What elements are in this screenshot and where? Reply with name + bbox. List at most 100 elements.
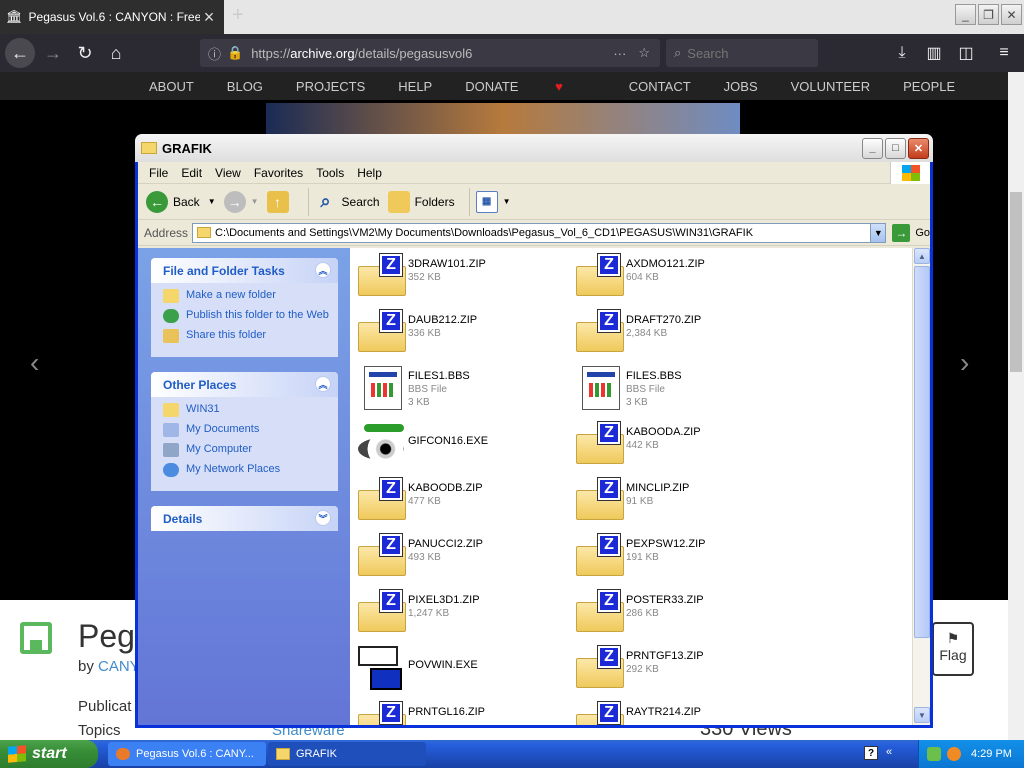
sidebar-icon[interactable]: ◫: [952, 38, 980, 68]
tray-expand-icon[interactable]: «: [886, 746, 892, 758]
nav-blog[interactable]: BLOG: [227, 79, 263, 94]
menu-tools[interactable]: Tools: [316, 166, 344, 180]
scroll-up-icon[interactable]: ▲: [914, 248, 930, 264]
browser-minimize-button[interactable]: _: [955, 4, 976, 25]
nav-donate[interactable]: DONATE ♥: [465, 79, 596, 94]
search-button[interactable]: ⌕ Search: [315, 191, 379, 213]
menu-edit[interactable]: Edit: [181, 166, 202, 180]
bookmark-star-icon[interactable]: ☆: [638, 45, 650, 61]
browser-restore-button[interactable]: ❐: [978, 4, 999, 25]
carousel-next-icon[interactable]: ›: [960, 347, 969, 379]
task-make-new-folder[interactable]: Make a new folder: [163, 289, 338, 303]
carousel-prev-icon[interactable]: ‹: [30, 347, 39, 379]
collapse-icon[interactable]: ︽: [315, 376, 331, 392]
file-item[interactable]: Z KABOODA.ZIP 442 KB: [572, 420, 782, 468]
tab-close-icon[interactable]: ×: [200, 7, 218, 28]
nav-people[interactable]: PEOPLE: [903, 79, 955, 94]
file-item[interactable]: Z PRNTGF13.ZIP 292 KB: [572, 644, 782, 692]
file-item[interactable]: Z MINCLIP.ZIP 91 KB: [572, 476, 782, 524]
nav-about[interactable]: ABOUT: [149, 79, 194, 94]
file-item[interactable]: Z KABOODB.ZIP 477 KB: [354, 476, 564, 524]
up-folder-button[interactable]: ↑: [266, 190, 294, 213]
menu-help[interactable]: Help: [357, 166, 382, 180]
page-scrollbar-thumb[interactable]: [1010, 192, 1022, 372]
back-button[interactable]: ← Back ▼: [146, 190, 216, 213]
folders-button[interactable]: Folders: [387, 190, 455, 213]
place-win31[interactable]: WIN31: [163, 403, 338, 417]
help-icon[interactable]: ?: [864, 746, 878, 760]
file-item[interactable]: FILES1.BBS BBS File 3 KB: [354, 364, 564, 412]
views-button[interactable]: ▦ ▼: [475, 190, 511, 213]
file-item[interactable]: Z PEXPSW12.ZIP 191 KB: [572, 532, 782, 580]
network-tray-icon[interactable]: [927, 747, 941, 761]
file-item[interactable]: GIFCON16.EXE: [354, 420, 564, 468]
explorer-titlebar[interactable]: GRAFIK _ □ ✕: [135, 134, 933, 162]
browser-close-button[interactable]: ✕: [1001, 4, 1022, 25]
file-item[interactable]: Z PRNTGL16.ZIP: [354, 700, 564, 725]
collapse-icon[interactable]: ︽: [315, 262, 331, 278]
panel-header[interactable]: Other Places ︽: [151, 372, 338, 397]
taskbar-item-grafik[interactable]: GRAFIK: [268, 742, 426, 766]
address-field[interactable]: C:\Documents and Settings\VM2\My Documen…: [192, 222, 872, 243]
page-actions-icon[interactable]: ···: [613, 46, 626, 61]
forward-arrow-icon[interactable]: →: [38, 38, 68, 68]
file-item[interactable]: Z PIXEL3D1.ZIP 1,247 KB: [354, 588, 564, 636]
file-item[interactable]: Z RAYTR214.ZIP: [572, 700, 782, 725]
search-bar[interactable]: ⌕: [666, 39, 818, 67]
nav-jobs[interactable]: JOBS: [724, 79, 758, 94]
nav-help[interactable]: HELP: [398, 79, 432, 94]
browser-tab[interactable]: 🏛 Pegasus Vol.6 : CANYON : Free Do ×: [0, 0, 224, 34]
file-item[interactable]: Z POSTER33.ZIP 286 KB: [572, 588, 782, 636]
back-dropdown-icon[interactable]: ▼: [208, 197, 216, 206]
place-network[interactable]: My Network Places: [163, 463, 338, 477]
go-button[interactable]: → Go: [892, 223, 930, 242]
nav-contact[interactable]: CONTACT: [629, 79, 691, 94]
task-publish-web[interactable]: Publish this folder to the Web: [163, 309, 338, 323]
url-bar[interactable]: ⓘ 🔒 https://archive.org/details/pegasusv…: [200, 39, 660, 67]
panel-header[interactable]: File and Folder Tasks ︽: [151, 258, 338, 283]
downloads-icon[interactable]: ⤓: [888, 38, 916, 68]
taskbar-item-browser[interactable]: Pegasus Vol.6 : CANY...: [108, 742, 266, 766]
clock[interactable]: 4:29 PM: [971, 748, 1012, 760]
file-item[interactable]: POVWIN.EXE: [354, 644, 564, 692]
file-item[interactable]: Z AXDMO121.ZIP 604 KB: [572, 252, 782, 300]
forward-button[interactable]: → ▼: [223, 190, 259, 213]
library-icon[interactable]: ▥: [920, 38, 948, 68]
info-icon[interactable]: ⓘ: [208, 44, 221, 63]
reload-icon[interactable]: ↻: [70, 38, 100, 68]
file-item[interactable]: Z PANUCCI2.ZIP 493 KB: [354, 532, 564, 580]
forward-dropdown-icon[interactable]: ▼: [251, 197, 259, 206]
file-item[interactable]: FILES.BBS BBS File 3 KB: [572, 364, 782, 412]
new-tab-button[interactable]: +: [232, 4, 244, 27]
maximize-button[interactable]: □: [885, 137, 906, 159]
scroll-down-icon[interactable]: ▼: [914, 707, 930, 723]
expand-icon[interactable]: ︾: [315, 510, 331, 526]
back-arrow-icon[interactable]: ←: [5, 38, 35, 68]
page-scrollbar[interactable]: [1008, 72, 1024, 740]
address-dropdown-icon[interactable]: ▼: [870, 222, 887, 243]
scroll-thumb[interactable]: [914, 266, 930, 638]
file-item[interactable]: Z DAUB212.ZIP 336 KB: [354, 308, 564, 356]
close-button[interactable]: ✕: [908, 137, 929, 159]
menu-file[interactable]: File: [149, 166, 168, 180]
menu-favorites[interactable]: Favorites: [254, 166, 303, 180]
minimize-button[interactable]: _: [862, 137, 883, 159]
flag-button[interactable]: ⚑ Flag: [932, 622, 974, 676]
place-my-documents[interactable]: My Documents: [163, 423, 338, 437]
menu-view[interactable]: View: [215, 166, 241, 180]
search-input[interactable]: [687, 45, 798, 61]
file-item[interactable]: Z 3DRAW101.ZIP 352 KB: [354, 252, 564, 300]
search-tray-icon[interactable]: [947, 747, 961, 761]
file-list-scrollbar[interactable]: ▲ ▼: [912, 248, 930, 725]
home-icon[interactable]: ⌂: [101, 38, 131, 68]
nav-volunteer[interactable]: VOLUNTEER: [791, 79, 870, 94]
start-button[interactable]: start: [0, 740, 98, 768]
task-share-folder[interactable]: Share this folder: [163, 329, 338, 343]
tab-title: Pegasus Vol.6 : CANYON : Free Do: [28, 10, 200, 24]
views-dropdown-icon[interactable]: ▼: [503, 197, 511, 206]
file-item[interactable]: Z DRAFT270.ZIP 2,384 KB: [572, 308, 782, 356]
panel-header[interactable]: Details ︾: [151, 506, 338, 531]
menu-icon[interactable]: ≡: [990, 38, 1018, 68]
place-my-computer[interactable]: My Computer: [163, 443, 338, 457]
nav-projects[interactable]: PROJECTS: [296, 79, 365, 94]
